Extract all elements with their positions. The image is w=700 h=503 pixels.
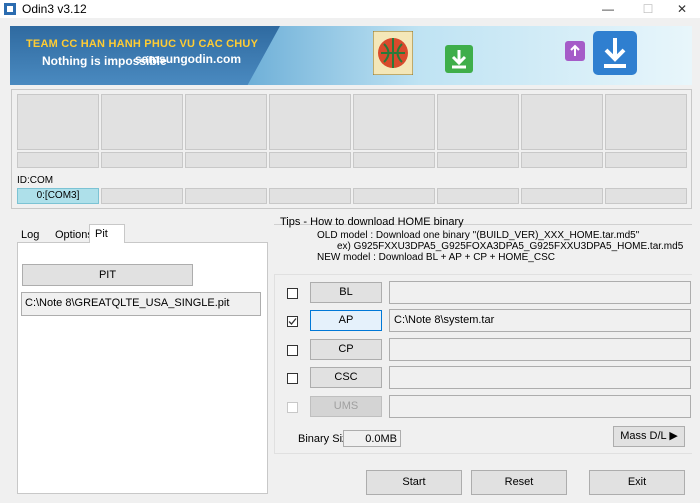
device-status-slot — [269, 152, 351, 168]
start-button[interactable]: Start — [366, 470, 462, 495]
device-slot — [353, 94, 435, 150]
banner-site: samsungodin.com — [135, 52, 242, 66]
device-status-slot — [521, 152, 603, 168]
pit-button[interactable]: PIT — [22, 264, 193, 286]
com-port-slot — [185, 188, 267, 204]
tip-old-model: OLD model : Download one binary "(BUILD_… — [317, 230, 640, 241]
device-status-slot — [101, 152, 183, 168]
com-port-slot-active: 0:[COM3] — [17, 188, 99, 204]
com-port-slot — [353, 188, 435, 204]
device-status-slot — [605, 152, 687, 168]
ums-checkbox[interactable] — [287, 402, 298, 413]
bl-file-path — [389, 281, 691, 304]
ums-button[interactable]: UMS — [310, 396, 382, 417]
bl-button[interactable]: BL — [310, 282, 382, 303]
device-slot — [605, 94, 687, 150]
ap-checkbox[interactable] — [287, 316, 298, 327]
csc-checkbox[interactable] — [287, 373, 298, 384]
window-title: Odin3 v3.12 — [22, 2, 87, 16]
device-slot — [17, 94, 99, 150]
cp-file-path — [389, 338, 691, 361]
com-port-slot — [605, 188, 687, 204]
tips-title: Tips - How to download HOME binary — [280, 216, 464, 228]
ap-button[interactable]: AP — [310, 310, 382, 331]
pit-file-path: C:\Note 8\GREATQLTE_USA_SINGLE.pit — [21, 292, 261, 316]
tip-new-model: NEW model : Download BL + AP + CP + HOME… — [317, 252, 555, 263]
download-large-icon — [593, 31, 637, 75]
banner: TEAM CC HAN HANH PHUC VU CAC CHUY Nothin… — [10, 26, 692, 85]
globe-icon — [373, 31, 413, 75]
cp-button[interactable]: CP — [310, 339, 382, 360]
download-icon — [445, 45, 473, 73]
device-slot — [185, 94, 267, 150]
device-slot — [101, 94, 183, 150]
tab-log[interactable]: Log — [17, 227, 47, 243]
exit-button[interactable]: Exit — [589, 470, 685, 495]
reset-button[interactable]: Reset — [471, 470, 567, 495]
device-slot — [437, 94, 519, 150]
device-slot — [521, 94, 603, 150]
tip-example: ex) G925FXXU3DPA5_G925FOXA3DPA5_G925FXXU… — [337, 241, 684, 252]
tab-pit[interactable]: Pit — [89, 224, 125, 243]
close-button[interactable]: ✕ — [662, 0, 700, 18]
device-status-slot — [185, 152, 267, 168]
csc-file-path — [389, 366, 691, 389]
id-com-label: ID:COM — [17, 175, 54, 186]
device-status-slot — [353, 152, 435, 168]
banner-heading: TEAM CC HAN HANH PHUC VU CAC CHUY — [26, 38, 259, 50]
com-port-slot — [101, 188, 183, 204]
tab-options[interactable]: Options — [51, 227, 93, 243]
csc-button[interactable]: CSC — [310, 367, 382, 388]
upload-icon — [565, 41, 585, 61]
binary-size-value: 0.0MB — [343, 430, 401, 447]
odin-app-icon — [4, 3, 16, 15]
ap-file-path: C:\Note 8\system.tar — [389, 309, 691, 332]
mass-download-button[interactable]: Mass D/L ▶ — [613, 426, 685, 447]
com-port-slot — [269, 188, 351, 204]
device-slot — [269, 94, 351, 150]
device-status-slot — [437, 152, 519, 168]
ums-file-path — [389, 395, 691, 418]
checkmark-icon — [288, 318, 297, 325]
minimize-button[interactable]: — — [588, 0, 628, 18]
com-port-slot — [521, 188, 603, 204]
device-status-slot — [17, 152, 99, 168]
com-port-slot — [437, 188, 519, 204]
bl-checkbox[interactable] — [287, 288, 298, 299]
cp-checkbox[interactable] — [287, 345, 298, 356]
